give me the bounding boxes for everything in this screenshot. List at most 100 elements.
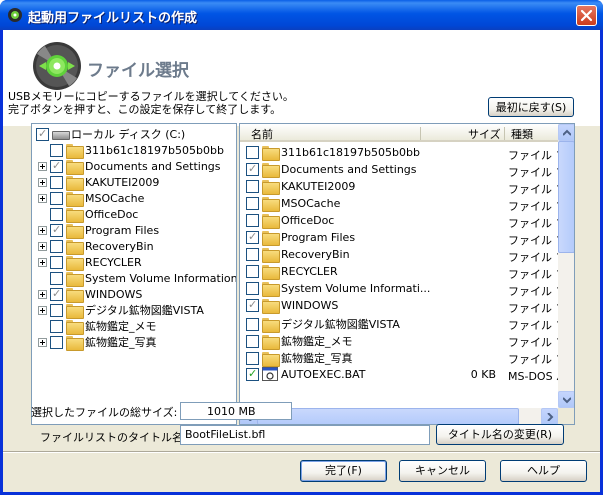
expand-toggle[interactable] (38, 241, 47, 251)
list-item[interactable]: デジタル鉱物図鑑VISTA ファイル フォ (246, 315, 558, 333)
list-item-checkbox[interactable] (246, 298, 259, 312)
tree-item-checkbox[interactable] (50, 303, 63, 317)
list-item[interactable]: KAKUTEI2009 ファイル フォ (246, 179, 558, 196)
tree-item-checkbox[interactable] (50, 223, 63, 237)
tree-item[interactable]: WINDOWS (38, 286, 142, 303)
tree-item[interactable]: MSOCache (38, 190, 144, 207)
tree-item-checkbox[interactable] (50, 255, 63, 269)
list-item-checkbox[interactable] (246, 351, 259, 365)
expand-toggle[interactable] (38, 177, 47, 187)
list-item-checkbox[interactable] (246, 230, 259, 244)
list-item[interactable]: Documents and Settings ファイル フォ (246, 162, 558, 179)
dialog-window: 起動用ファイルリストの作成 ファイル選択 USBメモリーにコピーするファイルを選… (0, 0, 603, 495)
scroll-thumb-horizontal[interactable] (257, 408, 519, 424)
close-button[interactable] (576, 5, 597, 26)
list-item[interactable]: AUTOEXEC.BAT 0 KB MS-DOS バ (246, 366, 558, 383)
title-bar[interactable]: 起動用ファイルリストの作成 (0, 0, 603, 30)
list-item[interactable]: WINDOWS ファイル フォ (246, 298, 558, 315)
tree-item[interactable]: Program Files (38, 222, 159, 239)
list-item-name: OfficeDoc (281, 214, 335, 227)
cancel-button[interactable]: キャンセル (399, 460, 486, 482)
expand-toggle[interactable] (38, 289, 47, 299)
column-size[interactable]: サイズ (468, 126, 501, 142)
tree-item[interactable]: 鉱物鑑定_メモ (38, 318, 157, 335)
ok-button[interactable]: 完了(F) (300, 460, 387, 482)
tree-item[interactable]: Documents and Settings (38, 158, 221, 175)
column-type[interactable]: 種類 (511, 126, 533, 142)
list-item-checkbox[interactable] (246, 334, 259, 348)
list-item-checkbox[interactable] (246, 197, 259, 210)
tree-item[interactable]: RecoveryBin (38, 238, 154, 255)
expand-toggle[interactable] (38, 193, 47, 203)
tree-root[interactable]: ローカル ディスク (C:) (36, 126, 185, 142)
column-name[interactable]: 名前 (251, 126, 273, 142)
list-item-checkbox[interactable] (246, 180, 259, 193)
expand-toggle[interactable] (38, 337, 47, 347)
list-item-checkbox[interactable] (246, 282, 259, 295)
list-item-name-cell: RecoveryBin (246, 248, 350, 263)
list-item[interactable]: 鉱物鑑定_写真 ファイル フォ (246, 349, 558, 367)
list-item-checkbox[interactable] (246, 248, 259, 261)
folder-icon (262, 317, 280, 333)
tree-item-checkbox[interactable] (50, 239, 63, 253)
list-item-checkbox[interactable] (246, 146, 259, 159)
list-item[interactable]: OfficeDoc ファイル フォ (246, 213, 558, 230)
tree-item[interactable]: デジタル鉱物図鑑VISTA (38, 302, 204, 319)
list-item[interactable]: MSOCache ファイル フォ (246, 196, 558, 213)
tree-item-checkbox[interactable] (50, 287, 63, 301)
list-item[interactable]: 鉱物鑑定_メモ ファイル フォ (246, 332, 558, 350)
help-button[interactable]: ヘルプ (500, 460, 587, 482)
tree-item-checkbox[interactable] (50, 271, 63, 285)
list-item-checkbox[interactable] (246, 162, 259, 176)
list-item-name-cell: 311b61c18197b505b0bb (246, 146, 420, 161)
scroll-up-button[interactable] (558, 124, 574, 141)
list-title-field[interactable]: BootFileList.bfl (180, 425, 430, 445)
tree-item-checkbox[interactable] (50, 191, 63, 205)
tree-item[interactable]: OfficeDoc (38, 206, 138, 223)
scroll-thumb[interactable] (558, 141, 574, 253)
list-item-name: デジタル鉱物図鑑VISTA (281, 318, 400, 331)
rename-title-button[interactable]: タイトル名の変更(R) (436, 424, 564, 445)
expand-toggle[interactable] (38, 225, 47, 235)
tree-item-checkbox[interactable] (50, 335, 63, 349)
tree-item[interactable]: RECYCLER (38, 254, 142, 271)
scroll-right-button[interactable] (541, 408, 558, 424)
tree-item[interactable]: System Volume Information (38, 270, 236, 287)
tree-item-label: RECYCLER (85, 255, 142, 269)
expand-toggle[interactable] (38, 257, 47, 267)
list-item[interactable]: RECYCLER ファイル フォ (246, 264, 558, 281)
list-item-name-cell: デジタル鉱物図鑑VISTA (246, 316, 400, 333)
expand-toggle[interactable] (38, 161, 47, 171)
batch-file-icon (262, 367, 278, 381)
list-item-checkbox[interactable] (246, 265, 259, 278)
tree-root-checkbox[interactable] (36, 127, 49, 141)
file-list[interactable]: 名前 サイズ 種類 311b61c18197b505b0bb ファイル ✓ Do… (239, 123, 575, 425)
list-item[interactable]: Program Files ファイル フォ (246, 230, 558, 247)
list-item-type: ファイル フォ (508, 285, 558, 298)
tree-item-checkbox[interactable] (50, 143, 63, 157)
tree-item-checkbox[interactable] (50, 319, 63, 333)
tree-item[interactable]: 311b61c18197b505b0bb (38, 142, 224, 159)
list-item-checkbox[interactable] (246, 214, 259, 227)
tree-item[interactable]: 鉱物鑑定_写真 (38, 334, 157, 351)
list-item-checkbox[interactable] (246, 317, 259, 331)
reset-button[interactable]: 最初に戻す(S) (488, 97, 574, 117)
column-divider[interactable] (420, 127, 421, 140)
list-item-checkbox[interactable] (246, 367, 259, 381)
list-item-name-cell: System Volume Informati... (246, 282, 430, 297)
folder-tree[interactable]: ローカル ディスク (C:) 311b61c18197b505b0bb Docum… (31, 123, 237, 425)
list-item[interactable]: RecoveryBin ファイル フォ (246, 247, 558, 264)
column-divider[interactable] (504, 127, 505, 140)
expand-toggle[interactable] (38, 305, 47, 315)
list-item[interactable]: 311b61c18197b505b0bb ファイル フォ (246, 145, 558, 162)
tree-item-checkbox[interactable] (50, 159, 63, 173)
vertical-scrollbar[interactable] (558, 124, 574, 408)
list-item[interactable]: System Volume Informati... ファイル フォ (246, 281, 558, 298)
instructions: USBメモリーにコピーするファイルを選択してください。 完了ボタンを押すと、この… (8, 90, 294, 116)
scroll-down-button[interactable] (558, 391, 574, 408)
tree-item-checkbox[interactable] (50, 175, 63, 189)
tree-item-checkbox[interactable] (50, 207, 63, 221)
tree-item[interactable]: KAKUTEI2009 (38, 174, 159, 191)
